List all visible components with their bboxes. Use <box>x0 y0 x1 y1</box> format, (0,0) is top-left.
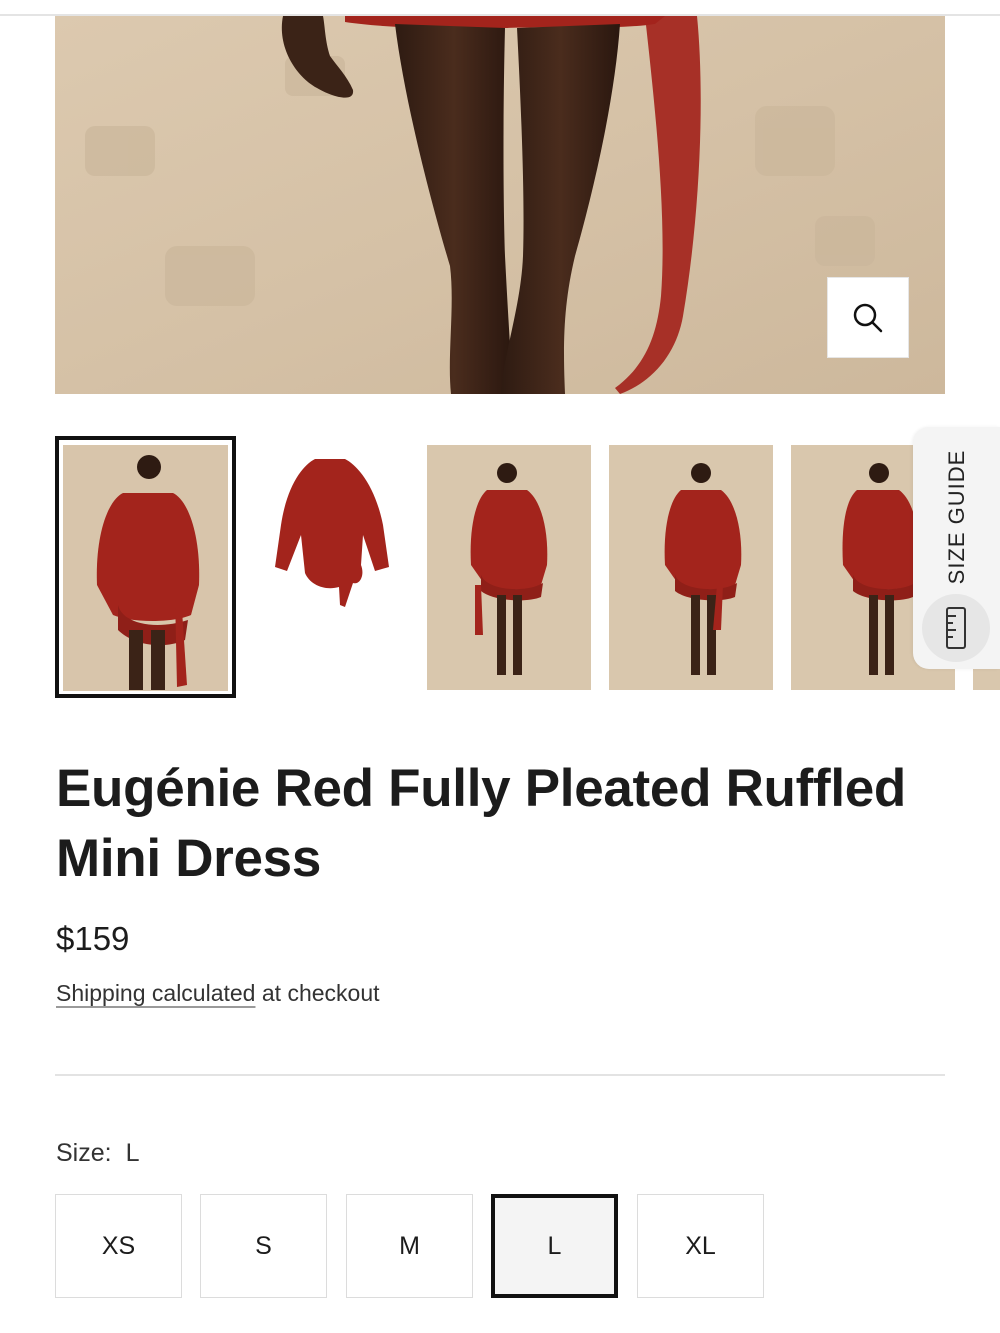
size-option-s[interactable]: S <box>200 1194 327 1298</box>
thumbnail-back[interactable] <box>427 445 591 690</box>
thumbnail-strip <box>0 436 1000 698</box>
size-selector-label: Size: L <box>56 1139 140 1168</box>
size-label-text: Size: <box>56 1139 112 1167</box>
product-price: $159 <box>56 920 130 957</box>
product-title: Eugénie Red Fully Pleated Ruffled Mini D… <box>56 759 907 888</box>
size-option-l[interactable]: L <box>491 1194 618 1298</box>
selected-size-value: L <box>125 1139 140 1167</box>
size-guide-label: SIZE GUIDE <box>944 449 969 585</box>
ruler-icon <box>946 607 966 649</box>
main-image-graphic <box>55 16 945 394</box>
size-option-m[interactable]: M <box>346 1194 473 1298</box>
section-divider <box>55 1074 945 1076</box>
thumbnail-flat-lay[interactable] <box>255 445 405 690</box>
size-option-xs[interactable]: XS <box>55 1194 182 1298</box>
thumbnail-front[interactable] <box>55 436 236 698</box>
zoom-button[interactable] <box>827 277 909 358</box>
size-guide-button[interactable] <box>922 594 990 662</box>
thumbnail-image <box>63 445 228 691</box>
shipping-link[interactable]: Shipping calculated <box>56 980 255 1006</box>
thumbnail-image <box>275 459 389 607</box>
size-option-xl[interactable]: XL <box>637 1194 764 1298</box>
shipping-note: Shipping calculated at checkout <box>56 980 380 1007</box>
product-main-image[interactable] <box>55 16 945 394</box>
thumbnail-image <box>609 445 773 690</box>
shipping-note-text: at checkout <box>255 980 380 1006</box>
search-icon <box>853 303 883 332</box>
thumbnail-image <box>427 445 591 690</box>
thumbnail-front-2[interactable] <box>609 445 773 690</box>
